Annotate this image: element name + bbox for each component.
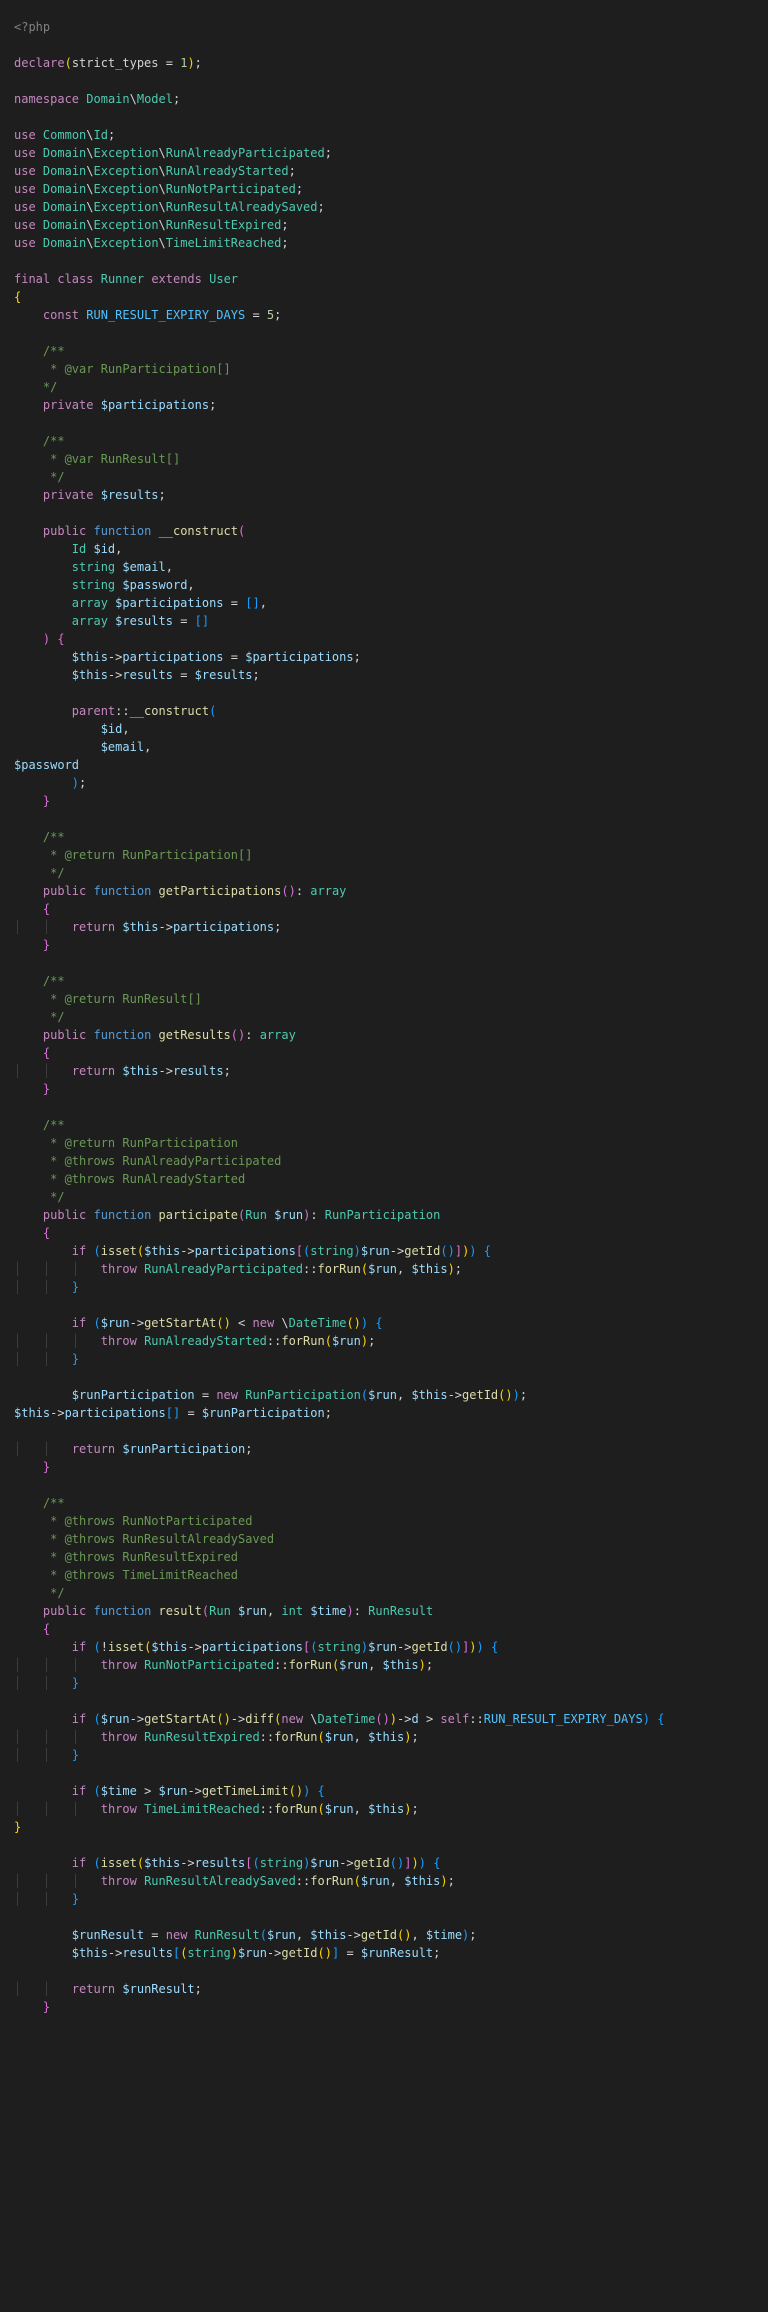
php-source-code: <?php declare(strict_types = 1); namespa…	[14, 18, 754, 2016]
